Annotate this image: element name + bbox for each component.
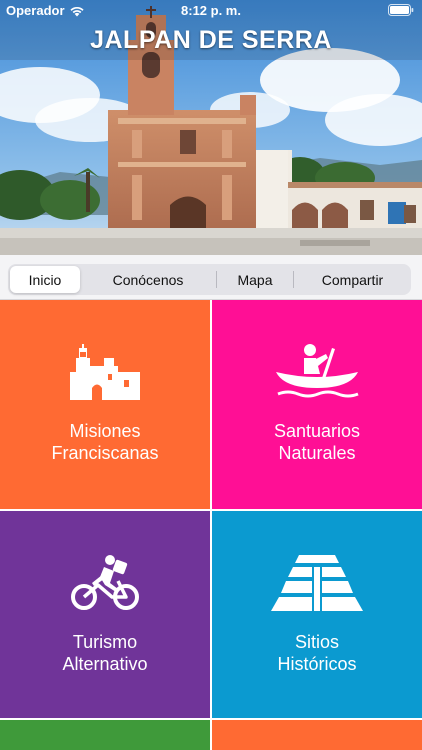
battery-icon [388,4,414,16]
mission-church-icon [70,342,140,402]
app-screen: Operador 8:12 p. m. JALPAN DE SERRA Inic [0,0,422,750]
tile-sitios-historicos[interactable]: Sitios Históricos [212,511,422,718]
cyclist-icon [70,553,140,613]
segment-compartir[interactable]: Compartir [294,266,411,293]
menu-grid: Misiones Franciscanas Santuarios Natural… [0,300,422,750]
tile-partial-left[interactable] [0,720,210,750]
tile-turismo-alternativo[interactable]: Turismo Alternativo [0,511,210,718]
tile-label-line2: Naturales [278,443,356,463]
tile-santuarios-naturales[interactable]: Santuarios Naturales [212,300,422,509]
tile-label: Turismo Alternativo [62,631,147,675]
status-time: 8:12 p. m. [181,3,241,18]
tile-misiones-franciscanas[interactable]: Misiones Franciscanas [0,300,210,509]
segmented-control: Inicio Conócenos Mapa Compartir [8,264,411,295]
tile-label-line1: Santuarios [273,421,361,441]
tile-label-line1: Misiones [69,421,141,441]
status-bar: Operador 8:12 p. m. [0,0,422,22]
segment-conocenos[interactable]: Conócenos [80,266,216,293]
hero-title: JALPAN DE SERRA [90,26,332,54]
tile-partial-right[interactable] [212,720,422,750]
tile-label: Santuarios Naturales [274,420,360,464]
segment-inicio[interactable]: Inicio [10,266,80,293]
pyramid-icon [269,553,365,613]
canoe-icon [274,342,360,402]
segment-mapa[interactable]: Mapa [217,266,293,293]
tile-label-line2: Históricos [277,654,357,674]
tile-label-line2: Alternativo [62,654,148,674]
tile-label: Misiones Franciscanas [51,420,158,464]
tile-label-line1: Turismo [72,632,138,652]
tile-label-line2: Franciscanas [51,443,159,463]
segmented-control-bar: Inicio Conócenos Mapa Compartir [0,255,422,300]
tile-label-line1: Sitios [294,632,339,652]
tile-label: Sitios Históricos [277,631,356,675]
hero-banner: Operador 8:12 p. m. JALPAN DE SERRA [0,0,422,255]
